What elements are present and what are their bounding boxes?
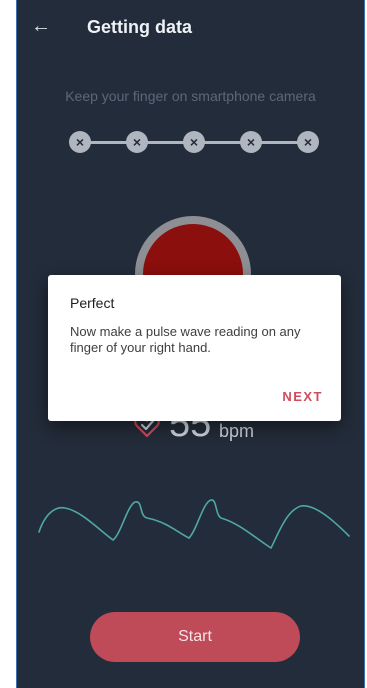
next-button[interactable]: NEXT: [282, 389, 323, 404]
phone-screen: ← Getting data Keep your finger on smart…: [16, 0, 365, 688]
step-2-x-icon: ×: [126, 131, 148, 153]
dialog-title: Perfect: [70, 295, 115, 311]
step-4-x-icon: ×: [240, 131, 262, 153]
perfect-dialog: Perfect Now make a pulse wave reading on…: [48, 275, 341, 421]
page-title: Getting data: [87, 17, 193, 37]
step-1-x-icon: ×: [69, 131, 91, 153]
step-3-x-icon: ×: [183, 131, 205, 153]
step-5-x-icon: ×: [297, 131, 319, 153]
progress-steps: × × × × ×: [69, 128, 319, 156]
dialog-message: Now make a pulse wave reading on any fin…: [70, 324, 301, 355]
app-bar: ← Getting data: [17, 0, 364, 56]
back-arrow-icon[interactable]: ←: [31, 14, 53, 38]
start-button[interactable]: Start: [90, 612, 300, 662]
pulse-wave-graph: [38, 499, 350, 550]
bpm-unit: bpm: [219, 421, 255, 441]
instruction-text: Keep your finger on smartphone camera: [65, 88, 316, 104]
